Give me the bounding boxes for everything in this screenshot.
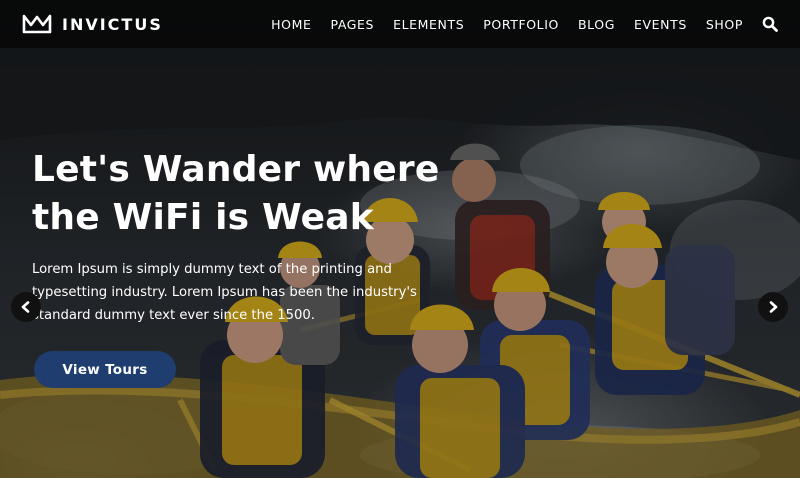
slider-next-button[interactable]	[758, 292, 788, 322]
chevron-right-icon	[769, 301, 778, 313]
main-nav: HOME PAGES ELEMENTS PORTFOLIO BLOG EVENT…	[271, 16, 778, 32]
hero-slider: INVICTUS HOME PAGES ELEMENTS PORTFOLIO B…	[0, 0, 800, 478]
nav-item-events[interactable]: EVENTS	[634, 17, 687, 32]
hero-headline: Let's Wander where the WiFi is Weak	[32, 149, 440, 238]
nav-item-pages[interactable]: PAGES	[330, 17, 374, 32]
nav-item-blog[interactable]: BLOG	[578, 17, 615, 32]
nav-item-home[interactable]: HOME	[271, 17, 311, 32]
search-icon[interactable]	[762, 16, 778, 32]
site-header: INVICTUS HOME PAGES ELEMENTS PORTFOLIO B…	[0, 0, 800, 48]
brand-crown-logo	[22, 14, 52, 34]
slider-prev-button[interactable]	[11, 292, 41, 322]
chevron-left-icon	[21, 301, 30, 313]
brand-name: INVICTUS	[62, 14, 163, 34]
brand[interactable]: INVICTUS	[22, 13, 163, 35]
hero-description: Lorem Ipsum is simply dummy text of the …	[32, 262, 417, 323]
nav-item-shop[interactable]: SHOP	[706, 17, 743, 32]
view-tours-button[interactable]: View Tours	[34, 351, 176, 388]
nav-item-portfolio[interactable]: PORTFOLIO	[483, 17, 559, 32]
nav-item-elements[interactable]: ELEMENTS	[393, 17, 464, 32]
